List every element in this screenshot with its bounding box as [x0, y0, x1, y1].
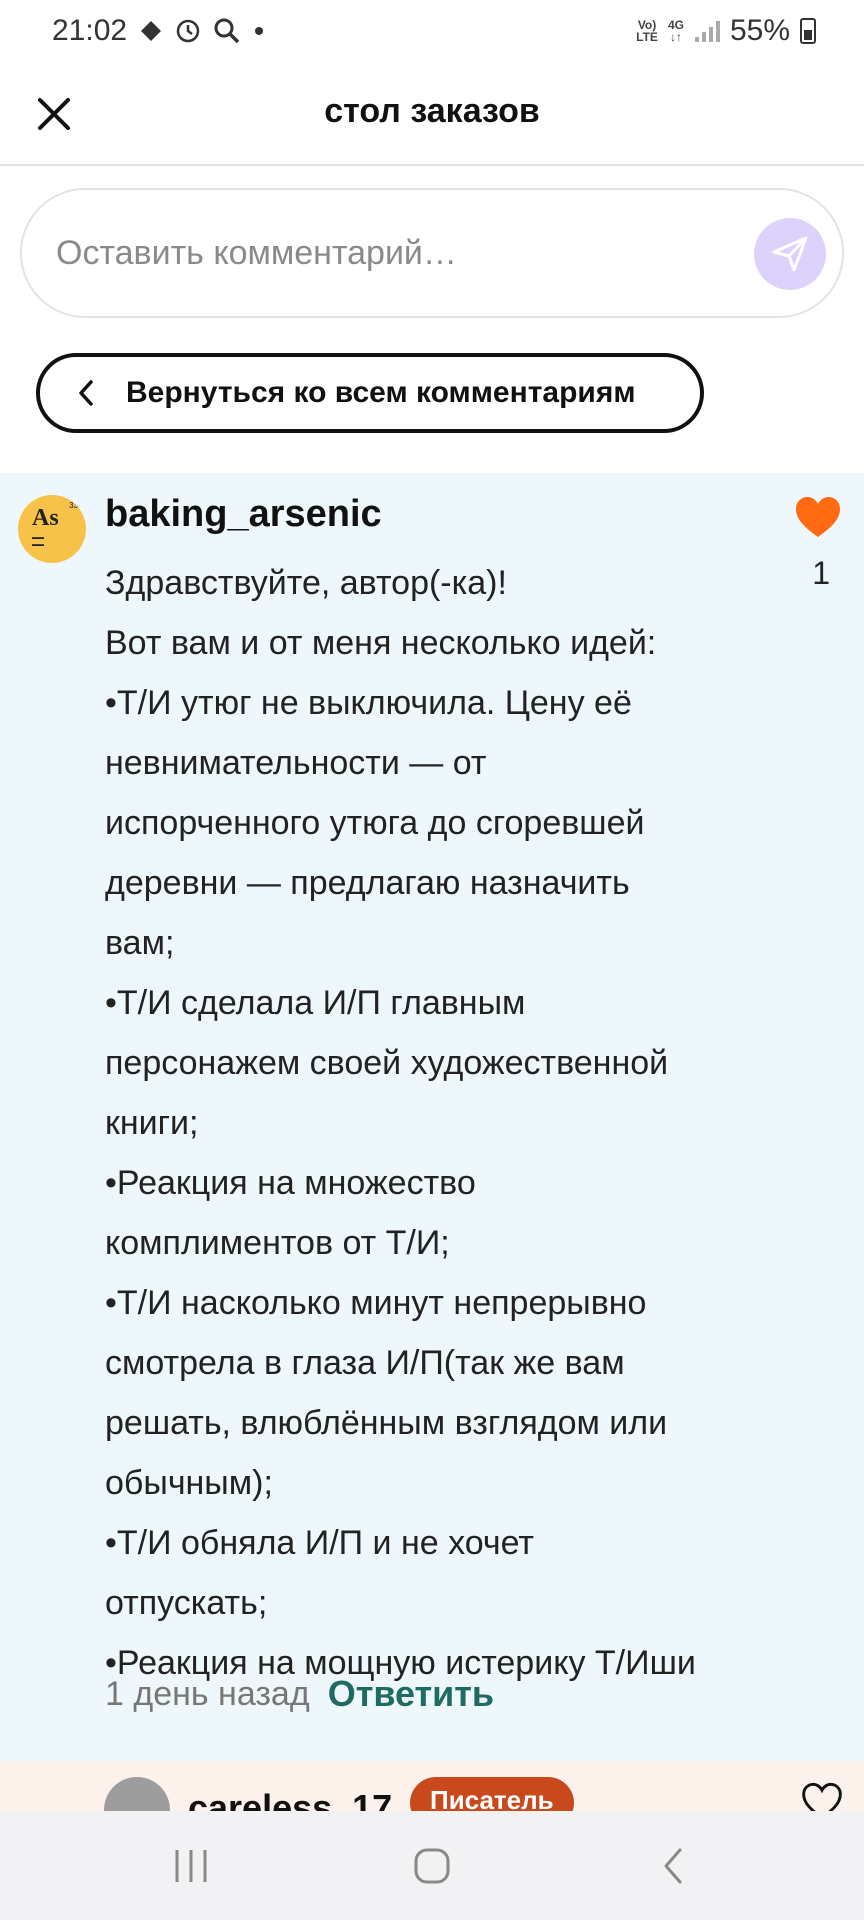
comment-line: обычным); [105, 1464, 273, 1502]
header: стол заказов [0, 62, 864, 166]
back-arrow-icon [664, 1848, 682, 1883]
battery-percent: 55% [729, 14, 790, 47]
back-nav-button[interactable] [628, 1831, 718, 1901]
back-to-comments-button[interactable]: Вернуться ко всем комментариям [36, 353, 704, 433]
comment-line: вам; [105, 924, 175, 962]
search-status-icon [213, 17, 241, 45]
chevron-left-icon [79, 380, 93, 406]
comment-line: невнимательности — от [105, 744, 487, 782]
avatar[interactable]: As 33 ▬▬ ▬▬ [18, 495, 86, 563]
dot-icon [253, 25, 265, 37]
heart-icon [796, 497, 840, 537]
comment-line: отпускать; [105, 1584, 268, 1622]
notification-diamond-icon [139, 19, 163, 43]
status-left: 21:02 [52, 14, 265, 48]
avatar-number: 33 [69, 501, 78, 510]
comment-input[interactable] [56, 233, 716, 273]
home-button[interactable] [387, 1831, 477, 1901]
comment-line: •Т/И сделала И/П главным [105, 984, 526, 1022]
send-button[interactable] [754, 218, 826, 290]
comment-line: •Т/И насколько минут непрерывно [105, 1284, 647, 1322]
comment-card: As 33 ▬▬ ▬▬ baking_arsenic 1 Здравствуйте… [0, 473, 864, 1761]
writer-badge: Писатель [410, 1777, 574, 1811]
comment-line: персонажем своей художественной [105, 1044, 669, 1082]
alarm-clock-icon [175, 18, 201, 44]
status-bar: 21:02 Vo) LTE 4G ↓↑ 55% [0, 0, 864, 62]
back-button-label: Вернуться ко всем комментариям [126, 376, 636, 409]
comment-line: Вот вам и от меня несколько идей: [105, 624, 657, 662]
comment-line: •Т/И утюг не выключила. Цену её [105, 684, 632, 722]
recent-apps-button[interactable] [146, 1831, 236, 1901]
next-comment-username[interactable]: careless_17 [188, 1787, 392, 1811]
next-comment-card: careless_17 Писатель [0, 1761, 864, 1811]
next-like-button[interactable] [802, 1781, 842, 1811]
comment-line: Здравствуйте, автор(-ка)! [105, 564, 507, 602]
comment-line: смотрела в глаза И/П(так же вам [105, 1344, 625, 1382]
comment-line: деревни — предлагаю назначить [105, 864, 630, 902]
comment-username[interactable]: baking_arsenic [105, 493, 382, 536]
comment-line: книги; [105, 1104, 199, 1142]
comment-footer: 1 день назад Ответить [105, 1673, 494, 1715]
comment-line: испорченного утюга до сгоревшей [105, 804, 645, 842]
next-comment-avatar[interactable] [104, 1777, 170, 1811]
signal-icon [694, 19, 720, 43]
battery-icon [800, 18, 816, 44]
like-button[interactable] [794, 495, 842, 539]
avatar-symbol: As [32, 505, 59, 531]
recent-apps-icon [175, 1849, 207, 1882]
send-icon [772, 236, 808, 272]
comment-line: •Т/И обняла И/П и не хочет [105, 1524, 534, 1562]
comment-text: Здравствуйте, автор(-ка)! Вот вам и от м… [105, 553, 765, 1693]
page-title: стол заказов [324, 92, 540, 130]
home-icon [414, 1848, 450, 1883]
comment-line: решать, влюблённым взглядом или [105, 1404, 668, 1442]
reply-button[interactable]: Ответить [328, 1673, 494, 1715]
comment-line: комплиментов от Т/И; [105, 1224, 450, 1262]
comment-timestamp: 1 день назад [105, 1674, 310, 1713]
like-count: 1 [812, 555, 830, 591]
volte-indicator: Vo) LTE [636, 19, 658, 43]
system-nav-bar [0, 1811, 864, 1920]
comment-line: •Реакция на множество [105, 1164, 476, 1202]
data-arrows-icon: ↓↑ [669, 30, 682, 44]
avatar-fine-print: ▬▬ ▬▬ [32, 535, 44, 548]
volte-bottom: LTE [636, 30, 658, 44]
data-indicator: 4G ↓↑ [668, 19, 684, 43]
status-time: 21:02 [52, 14, 128, 47]
heart-outline-icon [802, 1782, 842, 1811]
comment-input-container [20, 188, 844, 318]
status-right: Vo) LTE 4G ↓↑ 55% [636, 14, 816, 48]
